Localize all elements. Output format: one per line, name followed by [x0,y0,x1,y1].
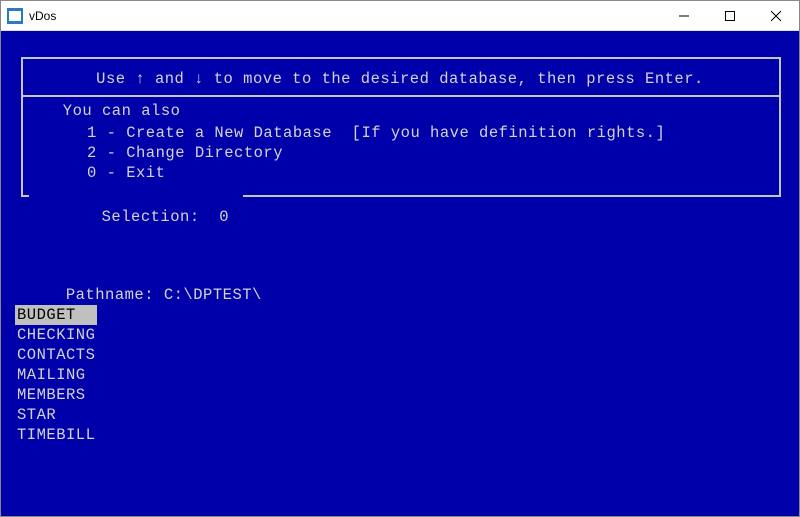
app-window: vDos Use ↑ and ↓ to move to the desired … [0,0,800,517]
minimize-button[interactable] [661,1,707,31]
database-item[interactable]: MAILING [15,365,97,385]
database-list: BUDGET CHECKINGCONTACTSMAILINGMEMBERSSTA… [15,305,97,445]
database-item[interactable]: STAR [15,405,97,425]
divider [23,95,779,97]
window-title: vDos [29,9,661,23]
maximize-button[interactable] [707,1,753,31]
database-item[interactable]: TIMEBILL [15,425,97,445]
pathname-label: Pathname: [66,286,164,304]
database-item[interactable]: BUDGET [15,305,97,325]
close-icon [771,11,781,21]
database-item[interactable]: CHECKING [15,325,97,345]
database-item[interactable]: MEMBERS [15,385,97,405]
menu-option-1[interactable]: 1 - Create a New Database [If you have d… [87,123,665,143]
selection-label: Selection: 0 [29,187,243,247]
selection-label-text: Selection: [92,208,219,226]
app-icon [7,8,23,24]
close-button[interactable] [753,1,799,31]
menu-option-2[interactable]: 2 - Change Directory [87,143,283,163]
pathname-value: C:\DPTEST\ [164,286,262,304]
titlebar: vDos [1,1,799,31]
maximize-icon [725,11,735,21]
menu-option-0[interactable]: 0 - Exit [87,163,165,183]
database-item[interactable]: CONTACTS [15,345,97,365]
you-can-also-label: You can also [49,101,194,121]
minimize-icon [679,11,689,21]
terminal-screen[interactable]: Use ↑ and ↓ to move to the desired datab… [1,31,799,516]
selection-value[interactable]: 0 [219,208,229,226]
window-controls [661,1,799,31]
instruction-text: Use ↑ and ↓ to move to the desired datab… [1,69,799,89]
